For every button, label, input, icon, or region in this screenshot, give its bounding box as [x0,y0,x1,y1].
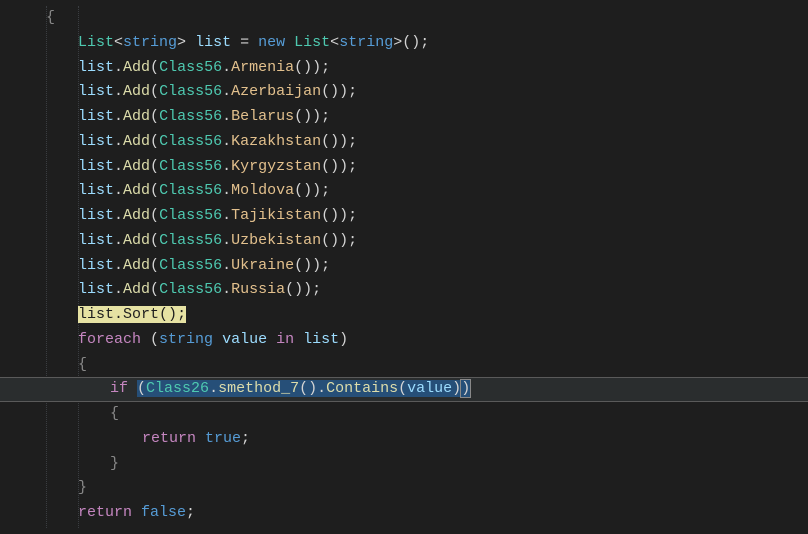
if-keyword: if [110,380,128,397]
in-keyword: in [276,331,294,348]
code-line-sort: list.Sort(); [18,303,808,328]
code-line: { [18,353,808,378]
country-member: Belarus [231,108,294,125]
method-smethod7: smethod_7 [218,380,299,397]
semicolon: ; [241,430,250,447]
code-editor[interactable]: { List<string> list = new List<string>()… [18,6,808,526]
return-keyword: return [78,504,132,521]
country-member: Russia [231,281,285,298]
code-line-add: list.Add(Class56.Uzbekistan()); [18,229,808,254]
type-keyword: string [159,331,213,348]
method-add: Add [123,207,150,224]
type-name: List [78,34,114,51]
ctor-type-param: string [339,34,393,51]
ctor-parens: () [402,34,420,51]
code-line: } [18,476,808,501]
class-name: Class56 [159,281,222,298]
code-line-add: list.Add(Class56.Moldova()); [18,179,808,204]
semicolon: ; [186,504,195,521]
semicolon: ; [420,34,429,51]
country-member: Uzbekistan [231,232,321,249]
code-line-add: list.Add(Class56.Tajikistan()); [18,204,808,229]
class-name: Class56 [159,108,222,125]
method-add: Add [123,59,150,76]
method-contains: Contains [326,380,398,397]
code-line-add: list.Add(Class56.Kyrgyzstan()); [18,155,808,180]
method-add: Add [123,232,150,249]
country-member: Tajikistan [231,207,321,224]
code-line-add: list.Add(Class56.Armenia()); [18,56,808,81]
variable: list [78,232,114,249]
method-add: Add [123,108,150,125]
class-name: Class26 [146,380,209,397]
loop-variable: value [222,331,267,348]
variable: list [78,306,114,323]
code-line: { [18,6,808,31]
variable: list [78,83,114,100]
false-literal: false [141,504,186,521]
open-brace: { [110,402,119,427]
code-line-add: list.Add(Class56.Russia()); [18,278,808,303]
variable: list [78,207,114,224]
selection-highlight: list.Sort(); [78,306,186,323]
variable: list [195,34,231,51]
variable: list [78,182,114,199]
class-name: Class56 [159,158,222,175]
method-add: Add [123,257,150,274]
variable: list [78,281,114,298]
new-keyword: new [258,34,285,51]
code-line-add: list.Add(Class56.Kazakhstan()); [18,130,808,155]
variable: list [78,133,114,150]
country-member: Armenia [231,59,294,76]
variable: list [78,158,114,175]
class-name: Class56 [159,182,222,199]
method-add: Add [123,133,150,150]
open-brace: { [46,6,55,31]
parens: () [159,306,177,323]
class-name: Class56 [159,207,222,224]
method-add: Add [123,158,150,175]
variable: list [303,331,339,348]
true-literal: true [205,430,241,447]
class-name: Class56 [159,232,222,249]
variable: list [78,108,114,125]
code-line: foreach (string value in list) [18,328,808,353]
variable: list [78,257,114,274]
method-sort: Sort [123,306,159,323]
code-line-add: list.Add(Class56.Azerbaijan()); [18,80,808,105]
code-line-current: if (Class26.smethod_7().Contains(value)) [18,377,808,402]
code-line-add: list.Add(Class56.Belarus()); [18,105,808,130]
method-add: Add [123,182,150,199]
variable: list [78,59,114,76]
close-brace: } [78,476,87,501]
semicolon: ; [177,306,186,323]
argument: value [407,380,452,397]
code-line: return true; [18,427,808,452]
country-member: Moldova [231,182,294,199]
country-member: Kazakhstan [231,133,321,150]
code-line: List<string> list = new List<string>(); [18,31,808,56]
country-member: Kyrgyzstan [231,158,321,175]
country-member: Ukraine [231,257,294,274]
class-name: Class56 [159,257,222,274]
code-line: return false; [18,501,808,526]
code-line: { [18,402,808,427]
code-line: } [18,452,808,477]
method-add: Add [123,281,150,298]
open-brace: { [78,353,87,378]
class-name: Class56 [159,133,222,150]
foreach-keyword: foreach [78,331,141,348]
close-brace: } [110,452,119,477]
ctor-type: List [294,34,330,51]
assign-op: = [240,34,249,51]
country-member: Azerbaijan [231,83,321,100]
code-line-add: list.Add(Class56.Ukraine()); [18,254,808,279]
type-param: string [123,34,177,51]
class-name: Class56 [159,59,222,76]
return-keyword: return [142,430,196,447]
class-name: Class56 [159,83,222,100]
method-add: Add [123,83,150,100]
